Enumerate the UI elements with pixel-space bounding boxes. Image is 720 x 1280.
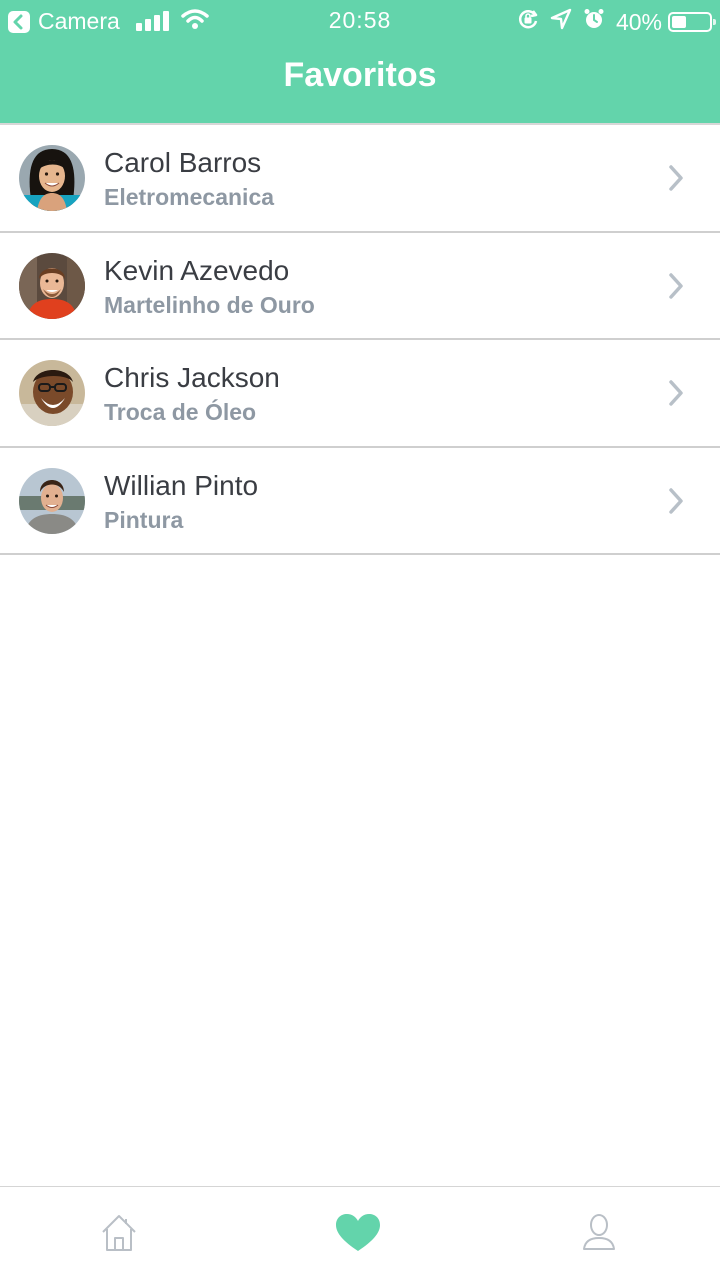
avatar: [19, 467, 85, 534]
chevron-right-icon: [668, 165, 684, 196]
favorite-row[interactable]: Carol Barros Eletromecanica: [0, 125, 720, 233]
page-title: Favoritos: [283, 56, 437, 94]
favorite-service: Pintura: [104, 506, 184, 533]
user-icon: [583, 1214, 615, 1250]
battery-percentage: 40%: [615, 8, 662, 35]
avatar: [19, 360, 85, 426]
favorite-name: Willian Pinto: [104, 469, 259, 501]
alarm-icon: [582, 7, 606, 37]
avatar: [19, 145, 85, 211]
favorite-name: Kevin Azevedo: [104, 254, 290, 286]
favorite-row[interactable]: Willian Pinto Pintura: [0, 447, 720, 555]
chevron-right-icon: [668, 487, 684, 519]
battery-tip: [713, 19, 716, 25]
status-right-group: 40%: [506, 7, 716, 37]
favorite-service: Eletromecanica: [104, 184, 275, 210]
chevron-right-icon: [668, 272, 684, 304]
favorite-service: Troca de Óleo: [104, 399, 257, 425]
favorite-row[interactable]: Kevin Azevedo Martelinho de Ouro: [0, 232, 720, 340]
tab-profile[interactable]: [582, 1213, 616, 1256]
favorite-row[interactable]: Chris Jackson Troca de Óleo: [0, 340, 720, 448]
location-icon: [550, 8, 572, 36]
rotation-lock-icon: [516, 7, 540, 37]
favorites-list: Carol Barros Eletromecanica Kevin Azeved…: [0, 125, 720, 555]
status-bar: Camera 20:58 40%: [0, 0, 720, 40]
avatar: [19, 252, 85, 319]
heart-icon: [336, 1214, 380, 1251]
home-icon: [102, 1215, 136, 1251]
favorite-name: Carol Barros: [104, 147, 262, 178]
favorite-name: Chris Jackson: [104, 362, 280, 393]
tab-home[interactable]: [100, 1213, 138, 1258]
tab-favorites[interactable]: [335, 1213, 381, 1258]
battery-icon: [668, 12, 716, 32]
tab-bar: [0, 1186, 720, 1280]
favorite-service: Martelinho de Ouro: [104, 291, 315, 318]
chevron-right-icon: [668, 380, 684, 411]
battery-fill: [672, 16, 687, 28]
header: Camera 20:58 40% Favoritos: [0, 0, 720, 125]
